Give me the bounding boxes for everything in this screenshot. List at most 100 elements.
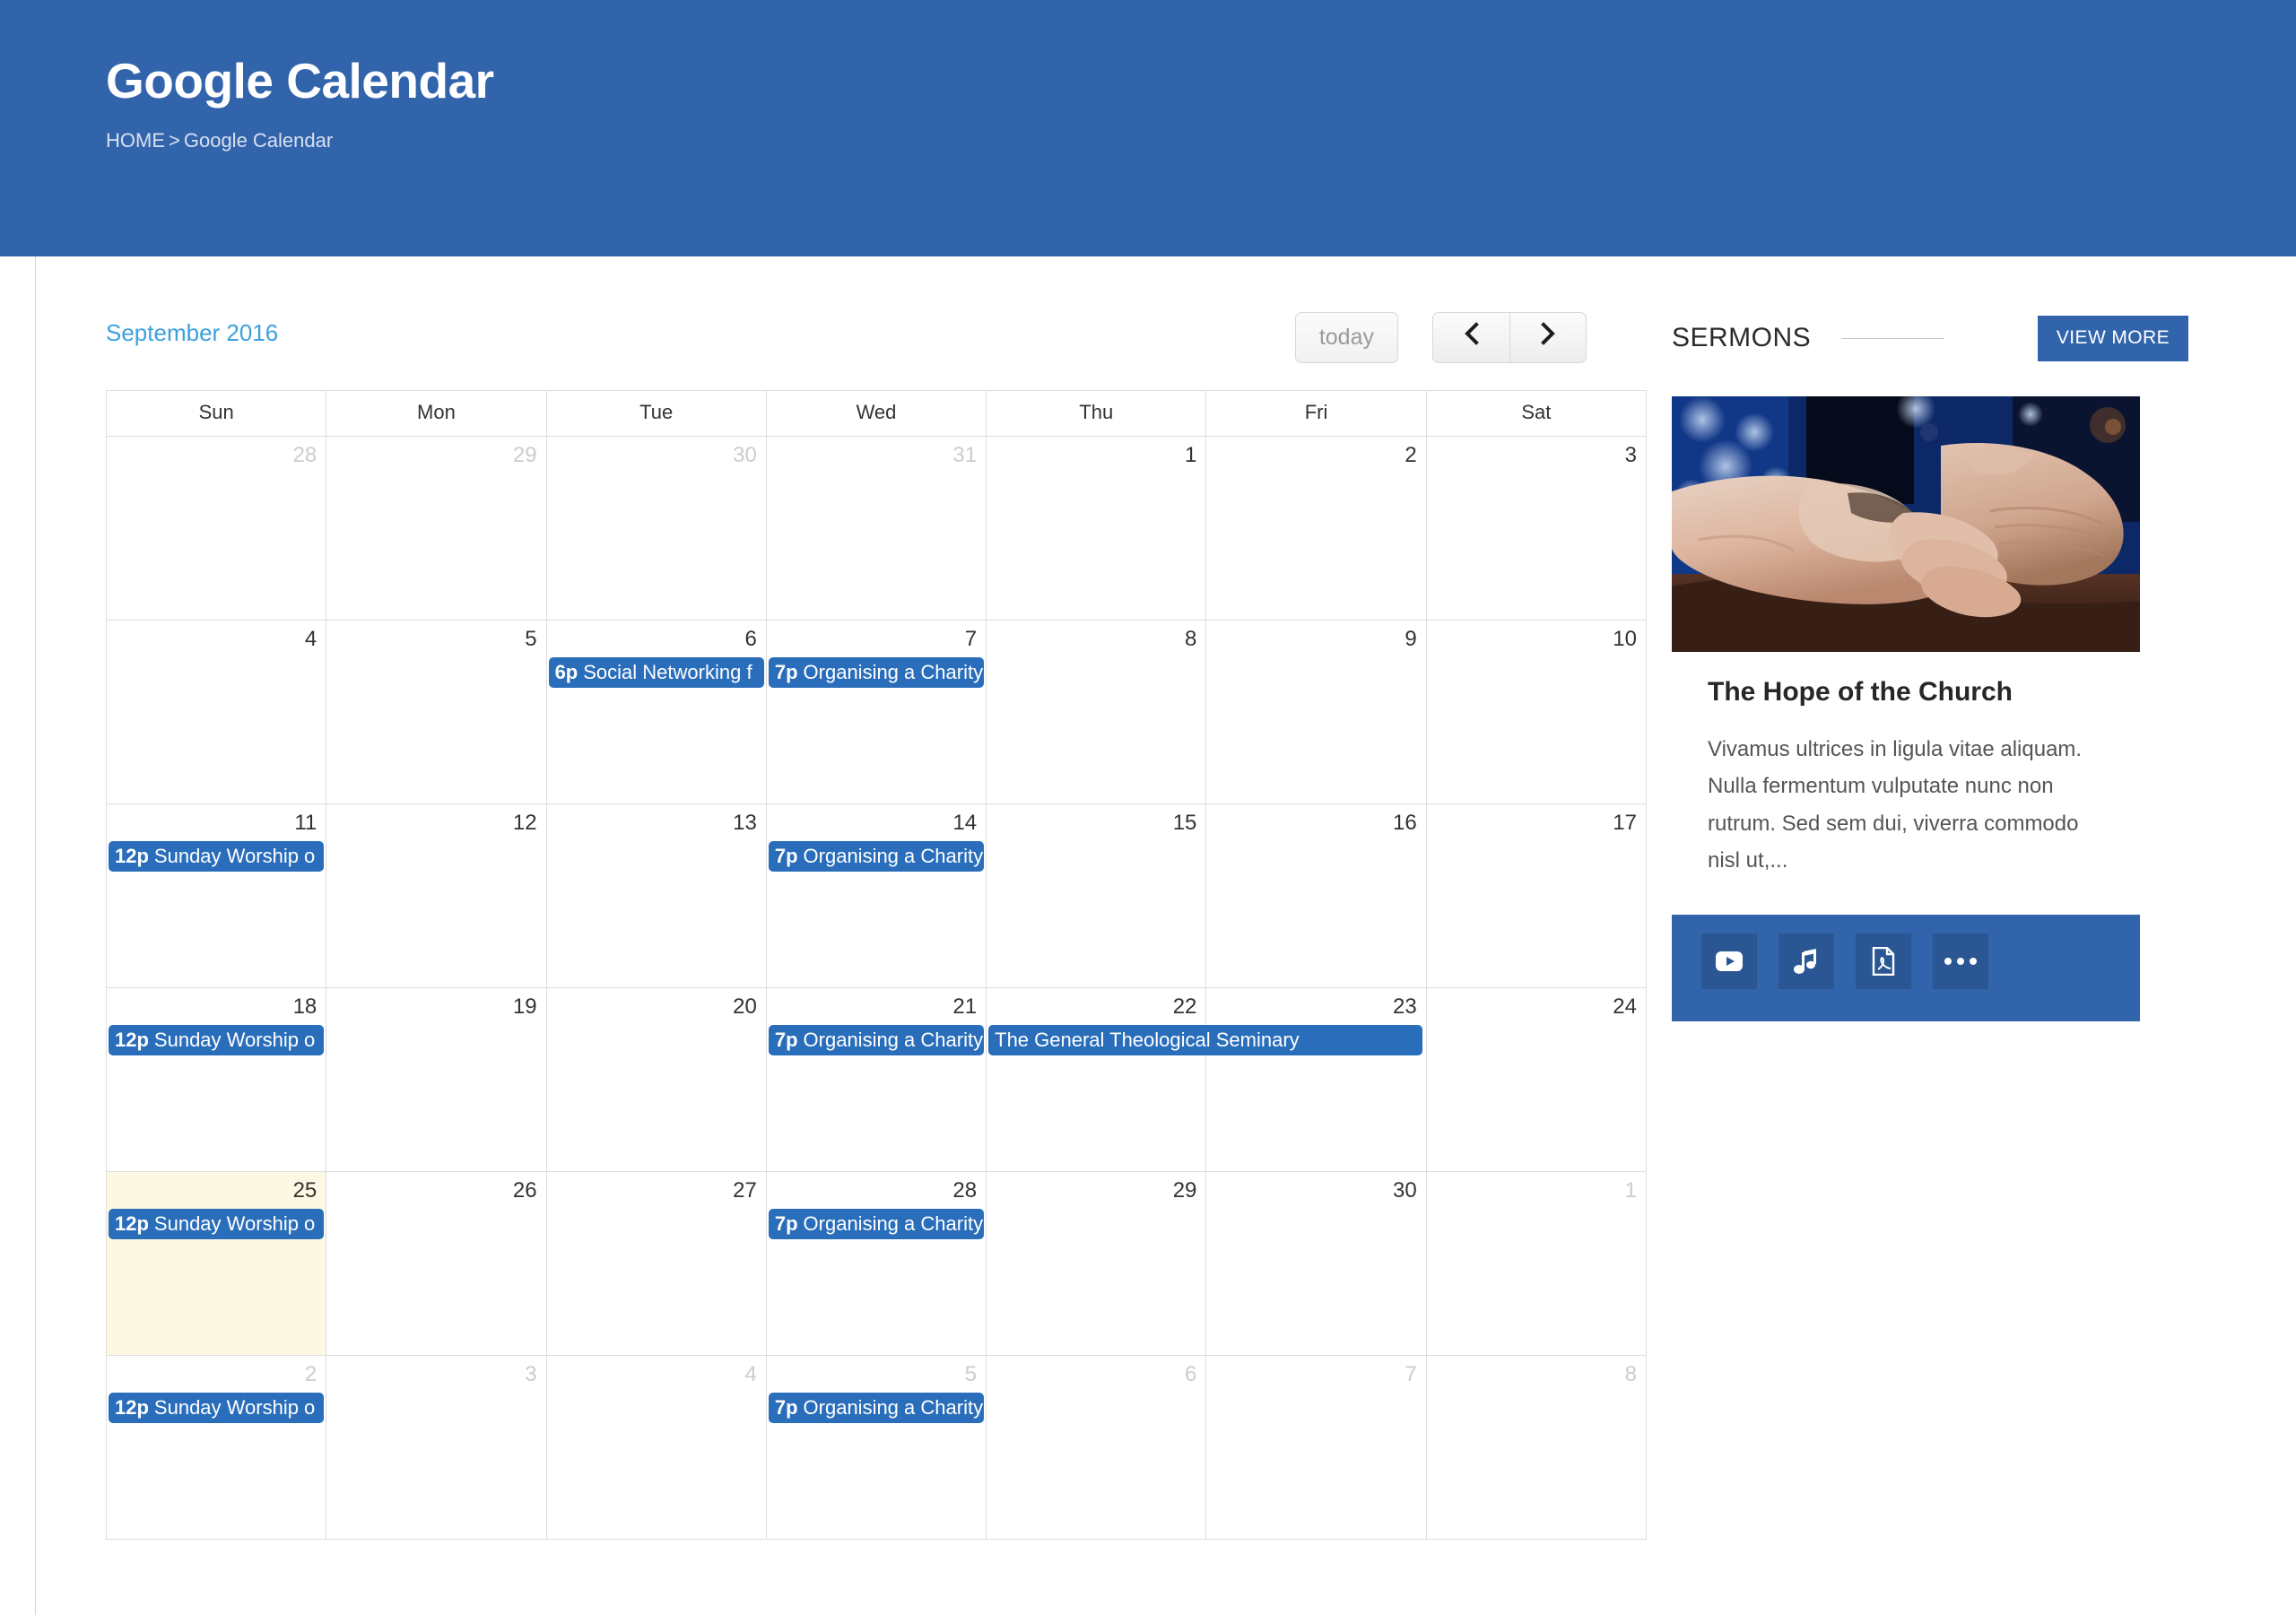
- breadcrumb-home-link[interactable]: HOME: [106, 129, 165, 152]
- sermon-card[interactable]: The Hope of the Church Vivamus ultrices …: [1672, 396, 2140, 1022]
- calendar-day-cell[interactable]: 12: [326, 803, 547, 988]
- calendar-day-number: 22: [1172, 994, 1197, 1019]
- calendar-day-cell[interactable]: 8: [986, 620, 1207, 804]
- calendar-day-cell[interactable]: 7: [1205, 1355, 1427, 1540]
- calendar-event[interactable]: 6p Social Networking f: [548, 657, 764, 689]
- calendar-day-cell[interactable]: 3: [326, 1355, 547, 1540]
- calendar-events: [107, 651, 326, 657]
- calendar-day-cell[interactable]: 11 12p Sunday Worship o: [105, 803, 327, 988]
- calendar-day-cell[interactable]: 29: [986, 1171, 1207, 1356]
- chevron-right-icon[interactable]: [1509, 312, 1587, 363]
- calendar-event[interactable]: 12p Sunday Worship o: [109, 1393, 325, 1424]
- calendar-day-cell[interactable]: 6 6p Social Networking f: [545, 620, 767, 804]
- calendar-day-cell[interactable]: 9: [1205, 620, 1427, 804]
- calendar-day-header-wed: Wed: [765, 390, 987, 437]
- download-pdf-button[interactable]: [1856, 933, 1911, 990]
- calendar-day-number: 25: [292, 1178, 317, 1203]
- calendar-day-cell[interactable]: 30: [1205, 1171, 1427, 1356]
- calendar-day-cell[interactable]: 21 7p Organising a Charity: [765, 987, 987, 1172]
- calendar-day-cell[interactable]: 7 7p Organising a Charity: [765, 620, 987, 804]
- calendar-events: [1206, 651, 1425, 657]
- calendar-week-row: 2 12p Sunday Worship o 3 4 5 7p Organising a Ch…: [105, 1355, 1648, 1540]
- calendar-event-time: 7p: [774, 1396, 798, 1420]
- calendar-day-cell-today[interactable]: 25 12p Sunday Worship o: [105, 1171, 327, 1356]
- chevron-left-icon[interactable]: [1432, 312, 1509, 363]
- calendar-day-number: 30: [733, 443, 757, 467]
- page-banner: Google Calendar HOME > Google Calendar: [0, 0, 2296, 256]
- calendar-events: [1427, 467, 1646, 473]
- calendar-day-number: 20: [733, 994, 757, 1019]
- view-more-button[interactable]: VIEW MORE: [2037, 315, 2188, 361]
- calendar-event[interactable]: 12p Sunday Worship o: [109, 1209, 325, 1240]
- calendar-day-cell[interactable]: 2: [1205, 436, 1427, 621]
- calendar-events: 7p Organising a Charity: [767, 651, 986, 689]
- calendar-day-cell[interactable]: 4: [545, 1355, 767, 1540]
- calendar-event-time: 7p: [774, 661, 798, 684]
- calendar-day-cell[interactable]: 23: [1205, 987, 1427, 1172]
- listen-audio-button[interactable]: [1779, 933, 1834, 990]
- calendar-day-number: 7: [964, 627, 978, 651]
- calendar-event[interactable]: 7p Organising a Charity: [768, 1393, 985, 1424]
- calendar-day-cell[interactable]: 29: [326, 436, 547, 621]
- calendar-day-cell[interactable]: 19: [326, 987, 547, 1172]
- calendar-day-cell[interactable]: 24: [1425, 987, 1648, 1172]
- calendar-day-cell[interactable]: 31: [765, 436, 987, 621]
- calendar-event[interactable]: 7p Organising a Charity: [768, 657, 985, 689]
- breadcrumb-separator: >: [169, 128, 180, 152]
- calendar-day-cell[interactable]: 20: [545, 987, 767, 1172]
- breadcrumb: HOME > Google Calendar: [106, 128, 2296, 152]
- calendar-day-cell[interactable]: 26: [326, 1171, 547, 1356]
- sermon-title[interactable]: The Hope of the Church: [1708, 677, 2106, 708]
- calendar-day-cell[interactable]: 1: [986, 436, 1207, 621]
- calendar-event[interactable]: The General Theological Seminary: [988, 1025, 1423, 1056]
- calendar-events: [1427, 1019, 1646, 1025]
- calendar-day-cell[interactable]: 4: [105, 620, 327, 804]
- calendar-header-row: Sun Mon Tue Wed Thu Fri Sat: [105, 390, 1648, 437]
- calendar-day-cell[interactable]: 13: [545, 803, 767, 988]
- calendar-day-cell[interactable]: 22 The General Theological Seminary: [986, 987, 1423, 1172]
- calendar-event[interactable]: 12p Sunday Worship o: [109, 1025, 325, 1056]
- calendar-day-cell[interactable]: 30: [545, 436, 767, 621]
- calendar-day-cell[interactable]: 8: [1425, 1355, 1648, 1540]
- calendar-event-title: Organising a Charity: [803, 1029, 984, 1052]
- calendar-day-cell[interactable]: 16: [1205, 803, 1427, 988]
- calendar-day-cell[interactable]: 5 7p Organising a Charity: [765, 1355, 987, 1540]
- calendar-day-number: 1: [1624, 1178, 1637, 1203]
- calendar-day-number: 7: [1405, 1362, 1417, 1386]
- calendar-event[interactable]: 7p Organising a Charity: [768, 841, 985, 873]
- calendar-event[interactable]: 7p Organising a Charity: [768, 1025, 985, 1056]
- calendar-day-cell[interactable]: 18 12p Sunday Worship o: [105, 987, 327, 1172]
- today-button[interactable]: today: [1294, 312, 1398, 363]
- watch-video-button[interactable]: [1701, 933, 1757, 990]
- calendar-events: 7p Organising a Charity: [767, 1386, 986, 1424]
- calendar-day-cell[interactable]: 1: [1425, 1171, 1648, 1356]
- calendar-day-number: 15: [1172, 811, 1197, 835]
- calendar-event-title: Sunday Worship o: [153, 845, 316, 868]
- calendar-day-header-sun: Sun: [105, 390, 327, 437]
- calendar-grid: Sun Mon Tue Wed Thu Fri Sat 28 29 30 31 1 2 3 4 5 6 6p So…: [105, 390, 1648, 1540]
- calendar-events: [1206, 1203, 1425, 1209]
- calendar-day-number: 29: [1172, 1178, 1197, 1203]
- calendar-day-cell[interactable]: 27: [545, 1171, 767, 1356]
- calendar-day-cell[interactable]: 28 7p Organising a Charity: [765, 1171, 987, 1356]
- calendar-day-cell[interactable]: 14 7p Organising a Charity: [765, 803, 987, 988]
- more-options-button[interactable]: [1933, 933, 1988, 990]
- calendar-day-cell[interactable]: 5: [326, 620, 547, 804]
- calendar-day-cell[interactable]: 6: [986, 1355, 1207, 1540]
- calendar-day-cell[interactable]: 28: [105, 436, 327, 621]
- calendar-day-cell[interactable]: 2 12p Sunday Worship o: [105, 1355, 327, 1540]
- calendar-event-time: 12p: [115, 845, 149, 868]
- sermon-thumbnail[interactable]: [1672, 396, 2140, 652]
- calendar-day-cell[interactable]: 3: [1425, 436, 1648, 621]
- calendar-day-cell[interactable]: 17: [1425, 803, 1648, 988]
- calendar-week-row: 28 29 30 31 1 2 3: [105, 436, 1648, 621]
- calendar-event-title: Organising a Charity: [803, 661, 984, 684]
- calendar-event-title: Organising a Charity: [803, 1396, 984, 1420]
- music-note-icon: [1794, 948, 1819, 975]
- calendar-day-header-thu: Thu: [986, 390, 1207, 437]
- calendar-event[interactable]: 7p Organising a Charity: [768, 1209, 985, 1240]
- calendar-day-cell[interactable]: 10: [1425, 620, 1648, 804]
- calendar-event[interactable]: 12p Sunday Worship o: [109, 841, 325, 873]
- calendar-day-cell[interactable]: 15: [986, 803, 1207, 988]
- calendar-events: The General Theological Seminary: [987, 1019, 1423, 1056]
